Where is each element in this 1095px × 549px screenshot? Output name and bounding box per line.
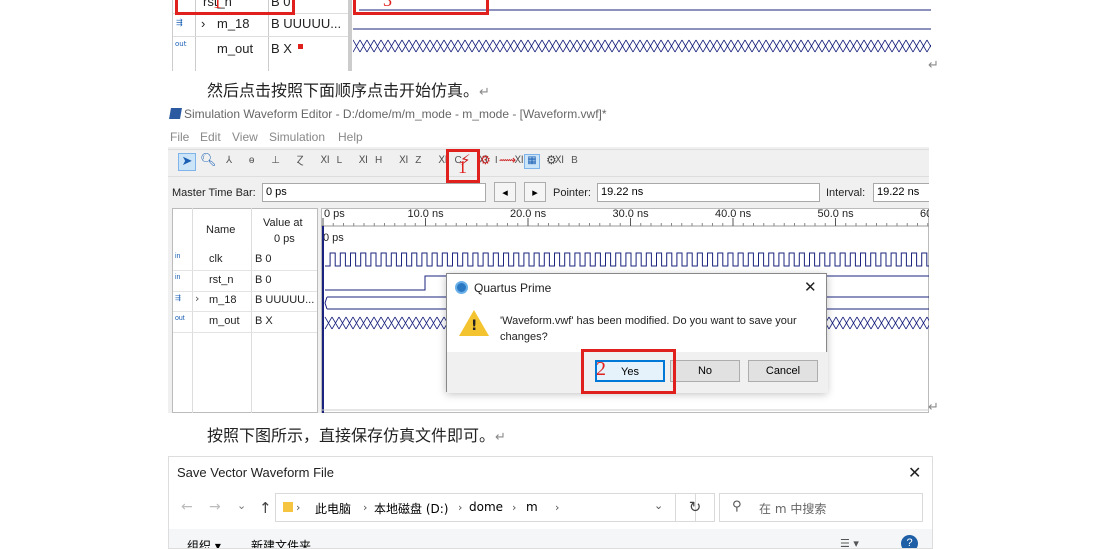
top-m-out-x-waveform <box>353 39 931 53</box>
in-pin-icon: in <box>175 253 181 260</box>
master-time-bar-label: Master Time Bar: <box>172 187 256 199</box>
editor-title-bar: Simulation Waveform Editor - D:/dome/m/m… <box>168 103 929 127</box>
signal-value: B UUUUU... <box>255 294 315 306</box>
dialog-message: 'Waveform.vwf' has been modified. Do you… <box>500 315 797 343</box>
pointer-label: Pointer: <box>553 187 591 199</box>
column-header-name: Name <box>206 224 236 236</box>
annotation-number-step-2: 2 <box>596 358 606 380</box>
top-row-m-out-value: B X <box>271 41 292 56</box>
time-tick-label: 60 <box>920 208 929 220</box>
organize-menu[interactable]: 组织 ▾ <box>187 537 221 548</box>
back-arrow-icon[interactable]: ← <box>181 499 193 515</box>
save-dialog-close-icon[interactable]: ✕ <box>908 463 921 482</box>
time-tick-label: 50.0 ns <box>818 208 855 220</box>
pointer-tool-icon[interactable]: ➤ <box>178 153 196 171</box>
pilcrow-mark: ↵ <box>928 58 939 73</box>
top-row-m18: m_18 <box>217 16 250 31</box>
column-header-value-1: Value at <box>263 217 303 229</box>
menu-file[interactable]: File <box>170 130 189 144</box>
master-time-bar-field[interactable]: 0 ps <box>262 183 486 202</box>
menu-view[interactable]: View <box>232 130 258 144</box>
netlist-icon[interactable]: ⟿ <box>499 153 516 167</box>
top-row-m18-value: B UUUUU... <box>271 16 342 31</box>
cursor-marker <box>298 44 303 49</box>
top-row-m-out: m_out <box>217 41 254 56</box>
breadcrumb-this-pc[interactable]: 此电脑 <box>315 500 351 517</box>
save-dialog-title: Save Vector Waveform File <box>177 465 335 480</box>
breadcrumb-local-disk[interactable]: 本地磁盘 (D:) <box>374 500 448 517</box>
forward-arrow-icon[interactable]: → <box>209 499 221 515</box>
prev-transition-button[interactable]: ◂ <box>494 182 516 202</box>
clk-waveform <box>325 252 929 267</box>
column-header-value-2: 0 ps <box>274 233 295 245</box>
cursor-label: 0 ps <box>323 232 344 244</box>
save-file-dialog: Save Vector Waveform File ✕ ← → ⌄ ↑ › 此电… <box>168 456 933 549</box>
time-tick-label: 40.0 ns <box>715 208 752 220</box>
app-icon <box>169 108 182 119</box>
signal-value: B 0 <box>255 253 272 265</box>
interval-field[interactable]: 19.22 ns <box>873 183 929 202</box>
breadcrumb-m[interactable]: m <box>526 500 538 514</box>
dialog-logo-icon <box>455 281 468 294</box>
refresh-button[interactable]: ↻ <box>675 493 715 522</box>
menu-edit[interactable]: Edit <box>200 130 221 144</box>
new-folder-button[interactable]: 新建文件夹 <box>251 537 311 548</box>
grid-icon[interactable]: ▦ <box>524 154 540 169</box>
signal-value: B 0 <box>255 273 272 286</box>
annotation-number-step-1: 1 <box>458 157 467 177</box>
expand-chevron-icon[interactable]: › <box>201 16 205 31</box>
bus-icon: ⇶ <box>176 18 183 27</box>
time-tick-label: 30.0 ns <box>613 208 650 220</box>
time-tick-label: 0 ps <box>324 208 345 220</box>
top-annotation-box-1 <box>175 0 295 15</box>
signal-name[interactable]: m_18 <box>209 294 237 306</box>
dialog-close-icon[interactable]: ✕ <box>804 278 817 296</box>
menu-simulation[interactable]: Simulation <box>269 130 325 144</box>
editor-title: Simulation Waveform Editor - D:/dome/m/m… <box>184 107 607 121</box>
out-icon: out <box>175 40 187 48</box>
search-placeholder: 在 m 中搜索 <box>759 502 827 516</box>
dialog-title: Quartus Prime <box>474 281 552 295</box>
signal-name[interactable]: m_out <box>209 315 240 327</box>
breadcrumb-dome[interactable]: dome <box>469 500 503 514</box>
time-tick-label: 20.0 ns <box>510 208 547 220</box>
next-transition-button[interactable]: ▸ <box>524 182 546 202</box>
address-dropdown-chevron-icon[interactable]: ⌄ <box>654 499 663 512</box>
expand-chevron-icon[interactable]: › <box>195 292 199 305</box>
signal-name[interactable]: rst_n <box>209 274 233 286</box>
folder-icon <box>283 502 293 512</box>
run-timing-simulation-icon[interactable]: ⚙ <box>480 153 491 167</box>
in-pin-icon: in <box>175 273 181 281</box>
pointer-field[interactable]: 19.22 ns <box>597 183 820 202</box>
interval-label: Interval: <box>826 187 866 199</box>
pilcrow-mark-2: ↵ <box>928 400 939 415</box>
top-annotation-box-3 <box>353 0 489 15</box>
paragraph-2: 按照下图所示，直接保存仿真文件即可。↵ <box>207 426 506 445</box>
view-options-icon[interactable]: ☰ ▾ <box>840 537 859 548</box>
up-arrow-icon[interactable]: ↑ <box>259 499 272 517</box>
recent-chevron-icon[interactable]: ⌄ <box>237 499 246 512</box>
save-changes-dialog: Quartus Prime ✕ ! 'Waveform.vwf' has bee… <box>446 273 828 394</box>
bus-pin-icon: ⇶ <box>175 295 181 302</box>
top-annotation-number-1: 1 <box>213 0 222 12</box>
top-annotation-number-3: 3 <box>383 0 392 10</box>
paragraph-1: 然后点击按照下面顺序点击开始仿真。↵ <box>207 81 490 100</box>
search-icon: ⚲ <box>732 499 742 514</box>
menu-bar: File Edit View Simulation Help <box>168 127 929 147</box>
menu-help[interactable]: Help <box>338 130 363 144</box>
help-icon[interactable]: ? <box>901 535 918 548</box>
settings-icon[interactable]: ⚙ <box>546 153 557 167</box>
zoom-tool-icon[interactable]: 🔍︎ <box>200 153 217 168</box>
out-pin-icon: out <box>175 314 185 322</box>
cancel-button[interactable]: Cancel <box>748 360 818 382</box>
signal-name[interactable]: clk <box>209 253 222 265</box>
no-button[interactable]: No <box>670 360 740 382</box>
signal-value: B X <box>255 314 273 327</box>
time-tick-label: 10.0 ns <box>408 208 445 220</box>
top-waveform-crop: rst_n B 0 ⇶ › m_18 B UUUUU... out m_out … <box>172 0 931 71</box>
